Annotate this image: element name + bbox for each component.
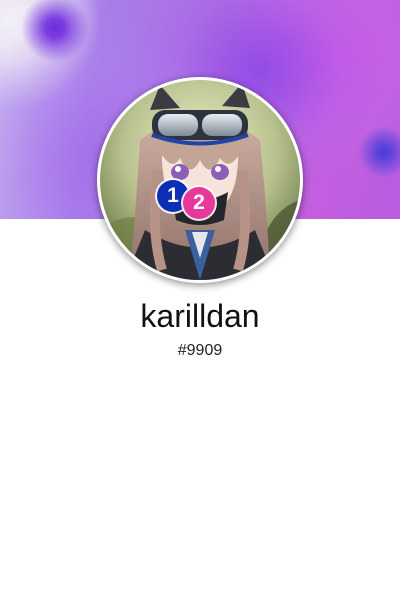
avatar-frame[interactable]: 1 2 [97,77,303,283]
profile-card: 1 2 karilldan #9909 [0,0,400,600]
avatar-image [100,80,300,280]
user-discriminator: #9909 [177,342,223,359]
badge-two-icon: 2 [183,187,215,219]
username: karilldan [140,298,260,334]
anime-avatar-image [100,80,300,280]
